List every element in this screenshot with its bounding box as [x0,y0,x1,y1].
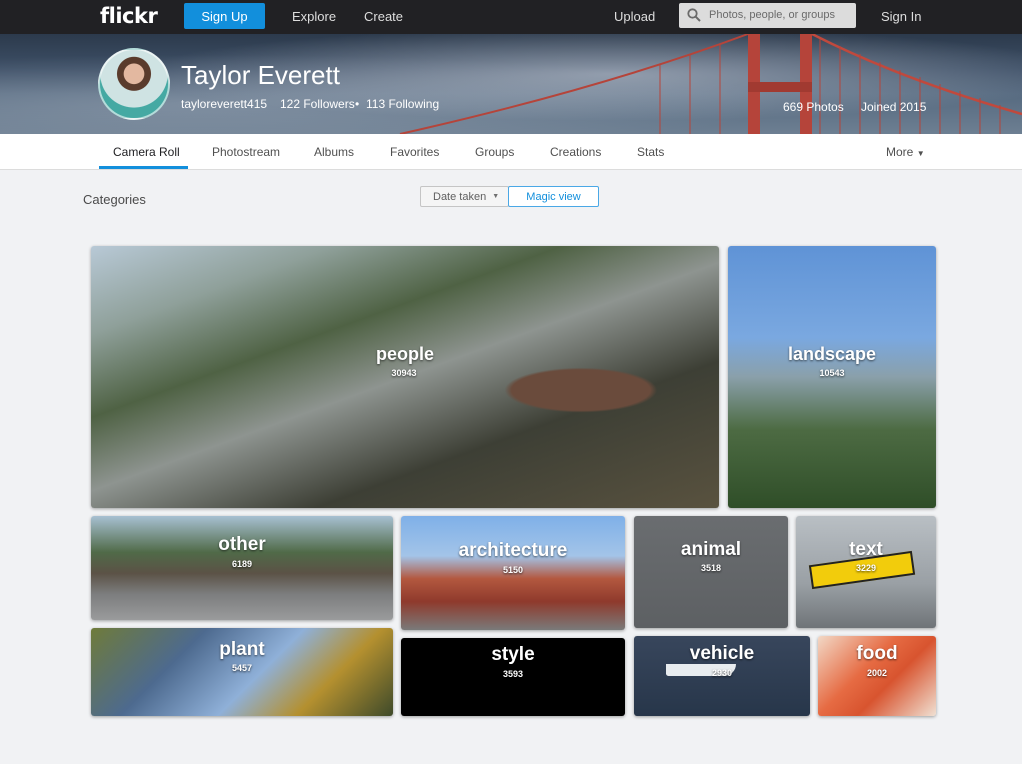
tile-label: other [218,534,266,555]
followers-link[interactable]: 122 Followers [280,97,355,111]
tab-albums[interactable]: Albums [314,145,354,159]
meta-separator: • [355,97,360,111]
tile-count: 6189 [231,559,253,569]
category-tile-people[interactable]: people 30943 [91,246,719,508]
category-tile-text[interactable]: text 3229 [796,516,936,628]
tile-label: vehicle [689,643,755,664]
tile-count: 10543 [819,368,845,378]
active-tab-indicator [99,166,188,169]
categories-heading: Categories [83,192,146,207]
following-link[interactable]: 113 Following [366,97,439,111]
tile-label: food [856,643,898,664]
tile-count: 3229 [855,563,877,573]
tab-creations[interactable]: Creations [550,145,601,159]
search-placeholder: Photos, people, or groups [709,9,835,21]
explore-link[interactable]: Explore [292,9,336,24]
tile-label: landscape [787,344,877,364]
tile-count: 5150 [502,565,524,575]
tab-favorites[interactable]: Favorites [390,145,439,159]
tile-count: 30943 [391,368,417,378]
chevron-down-icon: ▼ [916,149,925,158]
search-icon [687,8,701,22]
profile-banner: Taylor Everett tayloreverett415 122 Foll… [0,34,1022,134]
profile-subnav: Camera Roll Photostream Albums Favorites… [0,134,1022,170]
joined-date: Joined 2015 [861,100,927,114]
tile-label: architecture [458,540,568,561]
more-label: More [886,145,914,159]
sign-in-link[interactable]: Sign In [881,9,921,24]
category-tile-architecture[interactable]: architecture 5150 [401,516,625,630]
tile-count: 2002 [866,668,888,678]
category-tile-landscape[interactable]: landscape 10543 [728,246,936,508]
tile-label: animal [680,539,742,560]
category-tile-other[interactable]: other 6189 [91,516,393,620]
category-tile-style[interactable]: style 3593 [401,638,625,716]
sign-up-button[interactable]: Sign Up [184,3,265,29]
search-input[interactable]: Photos, people, or groups [679,3,856,28]
avatar[interactable] [98,48,170,120]
flickr-logo[interactable]: flickr [100,4,158,28]
tile-label: style [491,644,535,665]
chevron-down-icon: ▼ [492,193,500,200]
date-taken-label: Date taken [433,190,487,203]
tile-label: people [375,344,434,364]
tab-more[interactable]: More ▼ [886,145,925,159]
tab-groups[interactable]: Groups [475,145,514,159]
tile-label: plant [219,639,265,660]
tile-count: 2930 [711,668,733,678]
upload-link[interactable]: Upload [614,9,655,24]
profile-name: Taylor Everett [181,60,340,90]
magic-view-button[interactable]: Magic view [508,186,599,207]
category-tile-food[interactable]: food 2002 [818,636,936,716]
category-tile-plant[interactable]: plant 5457 [91,628,393,716]
tab-photostream[interactable]: Photostream [212,145,280,159]
tile-label: text [849,539,883,560]
category-tile-vehicle[interactable]: vehicle 2930 [634,636,810,716]
tile-count: 5457 [231,663,253,673]
date-taken-button[interactable]: Date taken ▼ [420,186,509,207]
create-link[interactable]: Create [364,9,403,24]
tab-camera-roll[interactable]: Camera Roll [113,145,180,159]
photo-count: 669 Photos [783,100,844,114]
category-tile-animal[interactable]: animal 3518 [634,516,788,628]
profile-username: tayloreverett415 [181,97,268,111]
tile-count: 3518 [700,563,722,573]
top-nav: flickr Sign Up Explore Create Upload Pho… [0,0,1022,34]
tile-count: 3593 [502,669,524,679]
tab-stats[interactable]: Stats [637,145,664,159]
